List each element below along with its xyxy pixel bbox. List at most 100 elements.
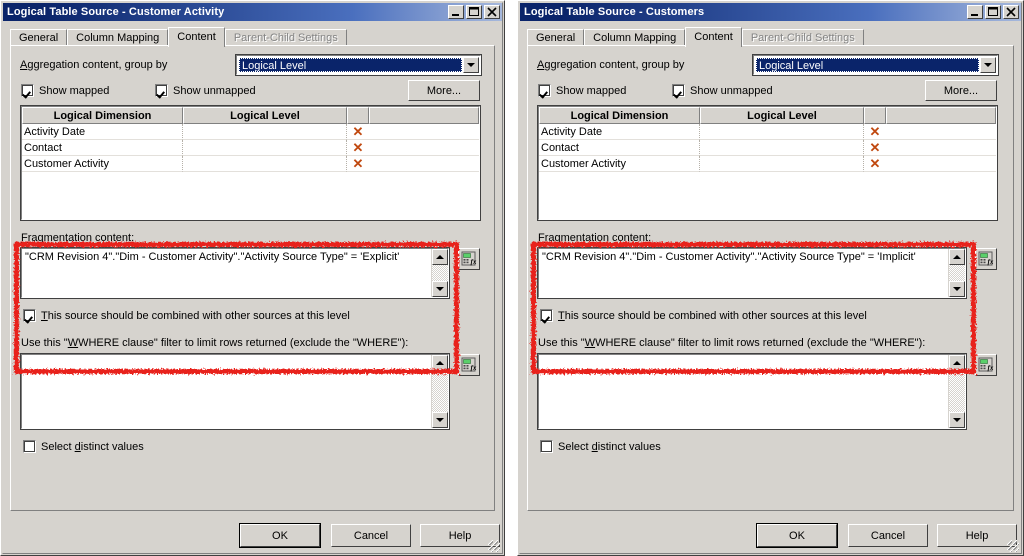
scrollbar-track[interactable]: [432, 265, 448, 281]
scroll-down-icon[interactable]: [949, 281, 965, 297]
show-mapped-checkbox-box[interactable]: [21, 84, 34, 97]
select-distinct-label: Select distinct values: [558, 440, 661, 453]
combine-sources-checkbox-box[interactable]: [540, 309, 553, 322]
title-bar[interactable]: Logical Table Source - Customers: [520, 3, 1021, 21]
aggregation-content-label: Aggregation content, group by: [537, 59, 685, 71]
delete-x-icon[interactable]: ✕: [347, 156, 369, 172]
select-distinct-checkbox-box[interactable]: [540, 440, 553, 453]
fragmentation-expression-builder-icon[interactable]: fx: [975, 248, 997, 270]
chevron-down-icon[interactable]: [980, 57, 996, 73]
title-bar[interactable]: Logical Table Source - Customer Activity: [3, 3, 502, 21]
fragmentation-content-input[interactable]: "CRM Revision 4"."Dim - Customer Activit…: [537, 247, 967, 299]
show-unmapped-checkbox[interactable]: Show unmapped: [672, 84, 773, 97]
where-expression-builder-icon[interactable]: fx: [975, 354, 997, 376]
scroll-down-icon[interactable]: [432, 412, 448, 428]
scroll-down-icon[interactable]: [949, 412, 965, 428]
fragmentation-content-label: Fragmentation content:: [538, 232, 652, 244]
where-clause-input[interactable]: [537, 353, 967, 430]
cancel-button[interactable]: Cancel: [848, 524, 928, 547]
select-distinct-checkbox-box[interactable]: [23, 440, 36, 453]
logical-dimension-grid[interactable]: Logical Dimension Logical Level Activity…: [537, 105, 998, 221]
cell-logical-dimension: Contact: [539, 140, 700, 156]
select-distinct-label: Select distinct values: [41, 440, 144, 453]
close-icon[interactable]: [484, 5, 500, 19]
cell-logical-level: [183, 124, 347, 140]
where-scrollbar[interactable]: [431, 355, 448, 428]
cell-logical-level: [183, 156, 347, 172]
ok-button[interactable]: OK: [756, 523, 838, 548]
fragmentation-scrollbar[interactable]: [431, 249, 448, 297]
show-unmapped-checkbox[interactable]: Show unmapped: [155, 84, 256, 97]
show-unmapped-checkbox-box[interactable]: [672, 84, 685, 97]
grid-header-logical-dimension[interactable]: Logical Dimension: [22, 107, 183, 124]
delete-x-icon[interactable]: ✕: [347, 124, 369, 140]
show-unmapped-label: Show unmapped: [173, 84, 256, 97]
tab-column-mapping[interactable]: Column Mapping: [584, 29, 686, 46]
tab-column-mapping[interactable]: Column Mapping: [67, 29, 169, 46]
show-unmapped-checkbox-box[interactable]: [155, 84, 168, 97]
grid-header-action[interactable]: [864, 107, 886, 124]
fragmentation-content-value: "CRM Revision 4"."Dim - Customer Activit…: [542, 251, 916, 263]
tab-general[interactable]: General: [10, 29, 68, 46]
scroll-up-icon[interactable]: [949, 355, 965, 371]
scroll-up-icon[interactable]: [949, 249, 965, 265]
maximize-icon[interactable]: [466, 5, 482, 19]
scroll-down-icon[interactable]: [432, 281, 448, 297]
fragmentation-content-label: Fragmentation content:: [21, 232, 135, 244]
select-distinct-checkbox[interactable]: Select distinct values: [540, 440, 661, 453]
minimize-icon[interactable]: [448, 5, 464, 19]
show-mapped-checkbox-box[interactable]: [538, 84, 551, 97]
delete-x-icon[interactable]: ✕: [347, 140, 369, 156]
fragmentation-expression-builder-icon[interactable]: fx: [458, 248, 480, 270]
cancel-button[interactable]: Cancel: [331, 524, 411, 547]
tab-general[interactable]: General: [527, 29, 585, 46]
table-row[interactable]: Customer Activity ✕: [22, 156, 479, 172]
delete-x-icon[interactable]: ✕: [864, 124, 886, 140]
show-mapped-checkbox[interactable]: Show mapped: [21, 84, 109, 97]
cell-logical-dimension: Contact: [22, 140, 183, 156]
combine-sources-checkbox-box[interactable]: [23, 309, 36, 322]
combine-sources-checkbox[interactable]: This source should be combined with othe…: [540, 309, 867, 322]
scrollbar-track[interactable]: [432, 371, 448, 412]
grid-header-logical-level[interactable]: Logical Level: [183, 107, 347, 124]
fragmentation-scrollbar[interactable]: [948, 249, 965, 297]
show-mapped-checkbox[interactable]: Show mapped: [538, 84, 626, 97]
where-expression-builder-icon[interactable]: fx: [458, 354, 480, 376]
tab-content[interactable]: Content: [168, 27, 225, 47]
close-icon[interactable]: [1003, 5, 1019, 19]
grid-header-logical-level[interactable]: Logical Level: [700, 107, 864, 124]
chevron-down-icon[interactable]: [463, 57, 479, 73]
delete-x-icon[interactable]: ✕: [864, 156, 886, 172]
cell-logical-level: [700, 156, 864, 172]
grid-header-action[interactable]: [347, 107, 369, 124]
maximize-icon[interactable]: [985, 5, 1001, 19]
group-by-dropdown[interactable]: Logical Level: [235, 54, 482, 76]
table-row[interactable]: Activity Date ✕: [539, 124, 996, 140]
combine-sources-checkbox[interactable]: This source should be combined with othe…: [23, 309, 350, 322]
scrollbar-track[interactable]: [949, 265, 965, 281]
more-button[interactable]: More...: [408, 80, 480, 101]
fragmentation-content-input[interactable]: "CRM Revision 4"."Dim - Customer Activit…: [20, 247, 450, 299]
tab-parent-child-settings: Parent-Child Settings: [224, 29, 347, 46]
minimize-icon[interactable]: [967, 5, 983, 19]
scroll-up-icon[interactable]: [432, 249, 448, 265]
scrollbar-track[interactable]: [949, 371, 965, 412]
ok-button[interactable]: OK: [239, 523, 321, 548]
where-clause-input[interactable]: [20, 353, 450, 430]
help-button[interactable]: Help: [420, 524, 500, 547]
table-row[interactable]: Activity Date ✕: [22, 124, 479, 140]
more-button[interactable]: More...: [925, 80, 997, 101]
group-by-dropdown[interactable]: Logical Level: [752, 54, 999, 76]
delete-x-icon[interactable]: ✕: [864, 140, 886, 156]
tab-content[interactable]: Content: [685, 27, 742, 47]
cell-logical-level: [700, 124, 864, 140]
where-scrollbar[interactable]: [948, 355, 965, 428]
scroll-up-icon[interactable]: [432, 355, 448, 371]
help-button[interactable]: Help: [937, 524, 1017, 547]
select-distinct-checkbox[interactable]: Select distinct values: [23, 440, 144, 453]
table-row[interactable]: Customer Activity ✕: [539, 156, 996, 172]
logical-dimension-grid[interactable]: Logical Dimension Logical Level Activity…: [20, 105, 481, 221]
grid-header-logical-dimension[interactable]: Logical Dimension: [539, 107, 700, 124]
table-row[interactable]: Contact ✕: [539, 140, 996, 156]
table-row[interactable]: Contact ✕: [22, 140, 479, 156]
